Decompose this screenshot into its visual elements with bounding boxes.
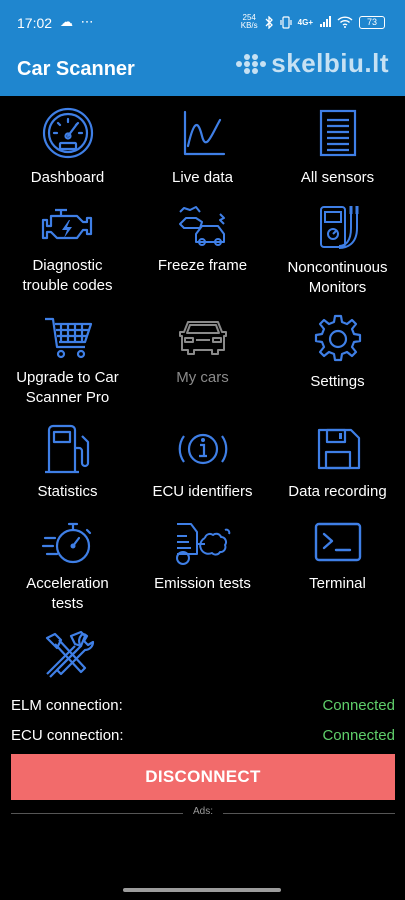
- menu-item-statistics[interactable]: Statistics: [0, 424, 135, 502]
- status-bar: 17:02 ☁ ⋯ 254 KB/s 4G+ 73: [0, 0, 405, 44]
- menu-item-label: Settings: [310, 373, 365, 390]
- fuel-pump-icon: [44, 424, 89, 474]
- menu-item-live-data[interactable]: Live data: [135, 106, 270, 188]
- menu-item-freeze-frame[interactable]: Freeze frame: [135, 204, 270, 276]
- gear-icon: [314, 314, 361, 362]
- home-indicator[interactable]: [123, 888, 281, 892]
- menu-item-ecu-identifiers[interactable]: ECU identifiers: [135, 424, 270, 502]
- floppy-disk-icon: [317, 428, 360, 470]
- menu-item-data-recording[interactable]: Data recording: [270, 424, 405, 502]
- menu-item-label: Emission tests: [154, 575, 251, 592]
- car-crash-icon: [178, 206, 225, 246]
- ecu-connection-label: ECU connection:: [11, 727, 124, 744]
- disconnect-button[interactable]: DISCONNECT: [11, 754, 395, 800]
- menu-item-label: ECU identifiers: [152, 483, 253, 500]
- elm-connection-status: Connected: [322, 697, 395, 714]
- menu-item-tools[interactable]: [0, 630, 135, 686]
- menu-item-label: My cars: [176, 369, 229, 386]
- list-document-icon: [319, 109, 356, 157]
- engine-icon: [41, 208, 92, 240]
- menu-item-upgrade-pro[interactable]: Upgrade to Car Scanner Pro: [0, 314, 135, 408]
- info-icon: [178, 433, 227, 465]
- menu-item-label: Statistics: [37, 483, 98, 500]
- menu-item-label: Upgrade to Car Scanner Pro: [16, 369, 119, 406]
- elm-connection-label: ELM connection:: [11, 697, 123, 714]
- menu-item-diagnostic-trouble-codes[interactable]: Diagnostic trouble codes: [0, 204, 135, 296]
- ads-separator: Ads:: [11, 806, 395, 820]
- watermark-dots-icon: [236, 53, 267, 74]
- app-title: Car Scanner: [17, 58, 135, 80]
- wifi-icon: [337, 16, 353, 28]
- menu-item-noncontinuous-monitors[interactable]: Noncontinuous Monitors: [270, 204, 405, 298]
- terminal-icon: [314, 522, 361, 562]
- watermark-text: skelbiu.lt: [271, 48, 389, 78]
- menu-item-label: Noncontinuous Monitors: [287, 259, 388, 296]
- network-type: 4G+: [297, 17, 313, 27]
- signal-icon: [320, 16, 331, 27]
- tools-icon: [45, 630, 94, 678]
- menu-item-settings[interactable]: Settings: [270, 314, 405, 392]
- menu-item-dashboard[interactable]: Dashboard: [0, 106, 135, 188]
- menu-item-label: Live data: [172, 169, 233, 186]
- menu-item-acceleration-tests[interactable]: Acceleration tests: [0, 520, 135, 614]
- menu-item-label: All sensors: [300, 169, 375, 186]
- menu-item-my-cars[interactable]: My cars: [135, 314, 270, 388]
- bluetooth-icon: [265, 15, 273, 29]
- menu-item-label: Freeze frame: [157, 257, 248, 274]
- status-time: 17:02: [17, 15, 53, 31]
- car-icon: [178, 321, 227, 355]
- app-bar: Car Scanner skelbiu.lt: [0, 44, 405, 96]
- shopping-cart-icon: [44, 317, 92, 359]
- exhaust-icon: [175, 523, 230, 565]
- status-right-icons: 254 KB/s 4G+ 73: [241, 14, 385, 30]
- net-speed: 254 KB/s: [240, 13, 258, 30]
- speedometer-icon: [42, 107, 93, 159]
- menu-item-label: Data recording: [288, 483, 387, 500]
- vibrate-icon: [280, 15, 292, 29]
- ecu-connection-status: Connected: [322, 727, 395, 744]
- multimeter-icon: [319, 206, 358, 249]
- menu-item-label: Terminal: [309, 575, 366, 592]
- menu-item-label: Diagnostic trouble codes: [22, 257, 113, 294]
- menu-item-all-sensors[interactable]: All sensors: [270, 106, 405, 188]
- ads-label: Ads:: [192, 806, 213, 817]
- notification-icons: ☁ ⋯: [60, 14, 96, 29]
- watermark: skelbiu.lt: [233, 48, 389, 79]
- line-graph-icon: [183, 110, 225, 156]
- menu-item-emission-tests[interactable]: Emission tests: [135, 520, 270, 594]
- battery-icon: 73: [359, 15, 385, 29]
- stopwatch-icon: [41, 522, 91, 564]
- menu-item-terminal[interactable]: Terminal: [270, 520, 405, 594]
- menu-item-label: Acceleration tests: [26, 575, 109, 612]
- menu-item-label: Dashboard: [30, 169, 105, 186]
